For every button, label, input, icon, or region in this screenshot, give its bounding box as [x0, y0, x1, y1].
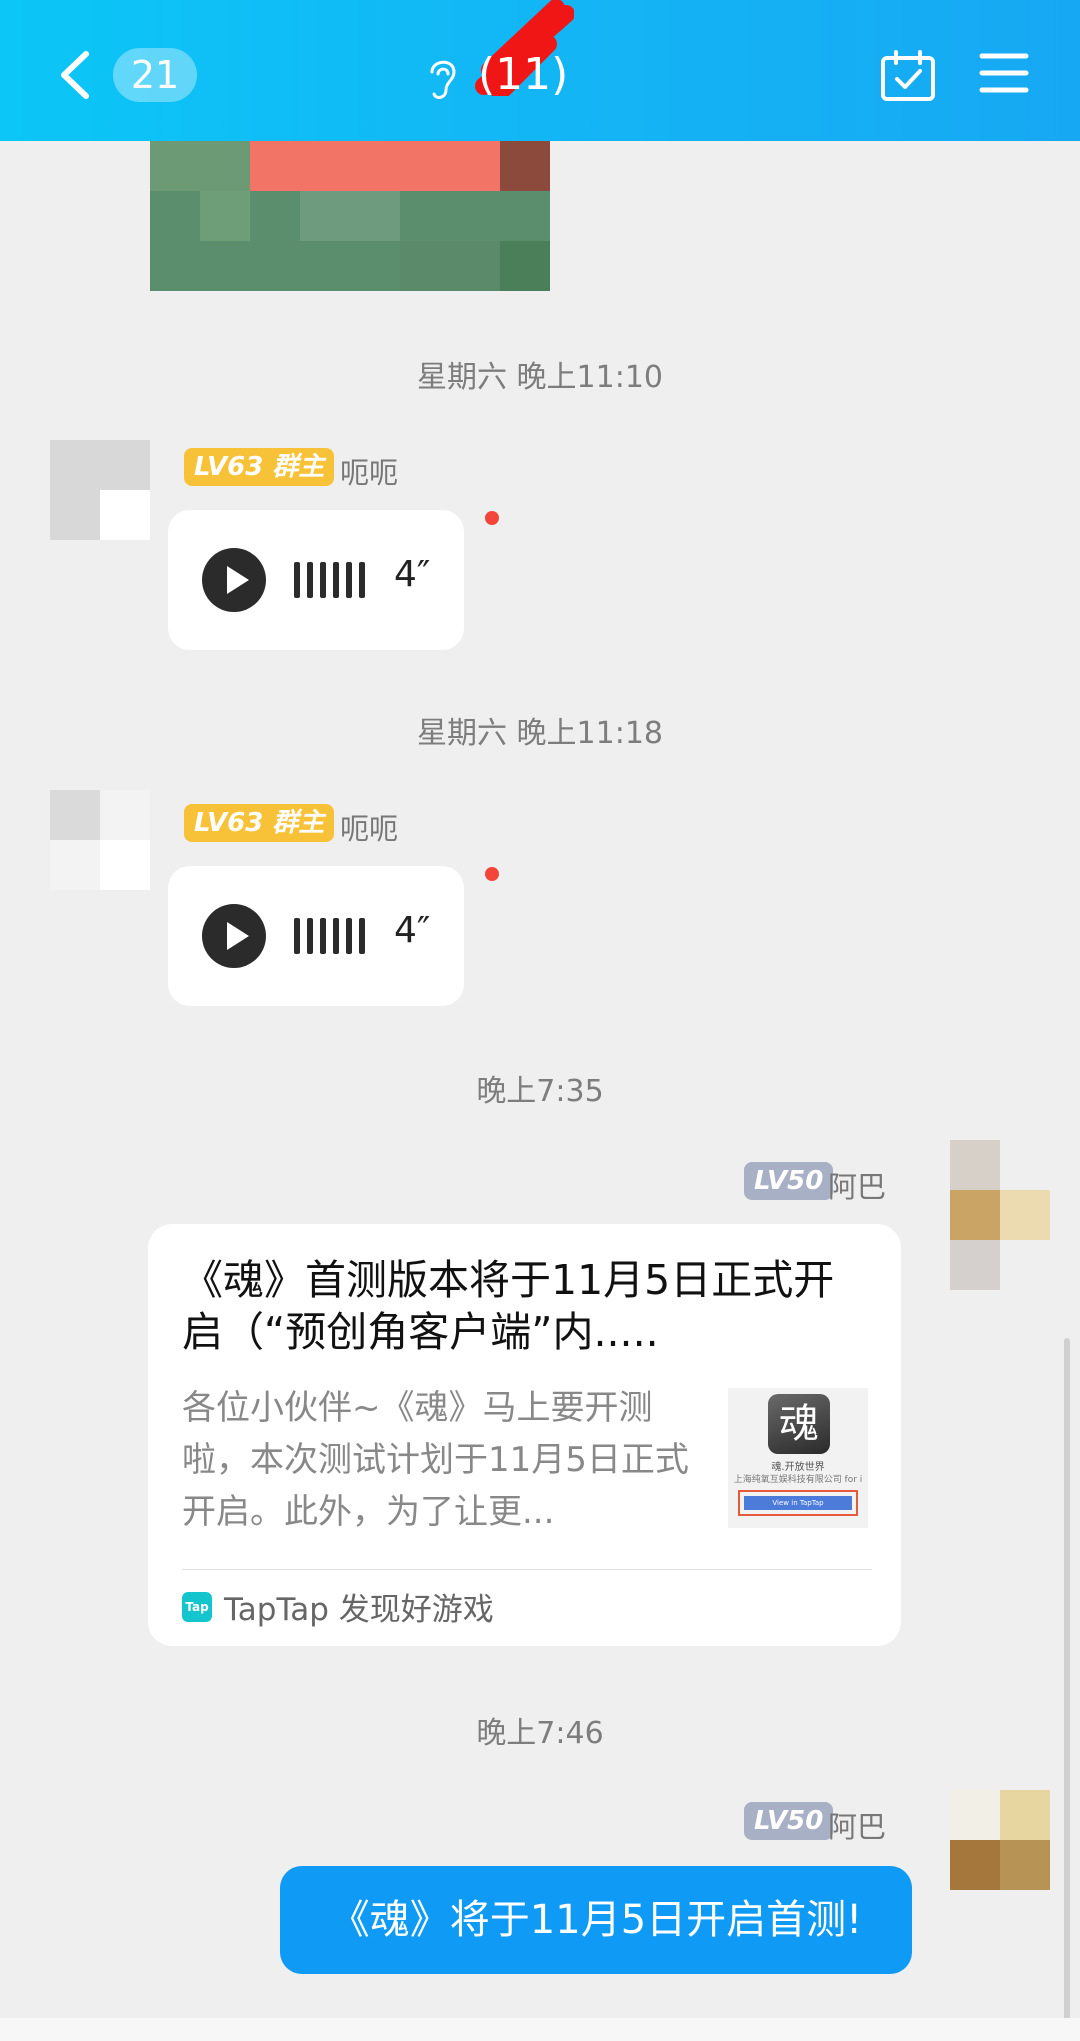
voice-duration: 4″: [394, 910, 431, 951]
back-chevron-icon[interactable]: [52, 48, 100, 102]
voice-message[interactable]: 4″: [168, 510, 464, 650]
image-message[interactable]: [150, 141, 550, 291]
unread-dot: [485, 511, 499, 525]
thumb-publisher: 上海纯氧互娱科技有限公司 for i: [733, 1475, 863, 1485]
input-bar-edge: [0, 2018, 1080, 2041]
card-source: TapTap 发现好游戏: [224, 1592, 494, 1628]
thumb-view-button: View in TapTap: [738, 1490, 858, 1516]
calendar-check-icon[interactable]: [880, 50, 936, 102]
waveform-icon: [294, 562, 376, 598]
scrollbar[interactable]: [1064, 1338, 1070, 2038]
sender-nickname: 呃呃: [340, 812, 399, 846]
ear-icon[interactable]: [424, 54, 460, 102]
card-thumbnail: 魂 魂.开放世界 上海纯氧互娱科技有限公司 for i View in TapT…: [728, 1388, 868, 1528]
sender-nickname: 阿巴: [828, 1810, 887, 1844]
card-divider: [182, 1569, 872, 1570]
message-timestamp: 晚上7:35: [476, 1074, 604, 1109]
level-badge: LV50: [744, 1162, 834, 1200]
message-timestamp: 星期六 晚上11:18: [417, 716, 663, 751]
avatar[interactable]: [950, 1790, 1050, 1890]
play-icon[interactable]: [202, 548, 266, 612]
waveform-icon: [294, 918, 376, 954]
message-timestamp: 晚上7:46: [476, 1716, 604, 1751]
level-badge: LV63 群主: [184, 804, 335, 842]
menu-icon[interactable]: [978, 50, 1030, 96]
taptap-logo-icon: Tap: [182, 1592, 212, 1622]
unread-dot: [485, 867, 499, 881]
sender-nickname: 呃呃: [340, 456, 399, 490]
group-title: (11): [478, 49, 569, 100]
my-message-bubble[interactable]: 《魂》将于11月5日开启首测!: [280, 1866, 912, 1974]
voice-duration: 4″: [394, 554, 431, 595]
thumb-game-name: 魂.开放世界: [771, 1462, 825, 1473]
message-timestamp: 星期六 晚上11:10: [417, 360, 663, 395]
game-app-icon: 魂: [768, 1394, 830, 1454]
level-badge: LV63 群主: [184, 448, 335, 486]
unread-count-badge[interactable]: 21: [113, 48, 197, 102]
play-icon[interactable]: [202, 904, 266, 968]
card-description: 各位小伙伴~《魂》马上要开测啦，本次测试计划于11月5日正式开启。此外，为了让更…: [182, 1388, 689, 1532]
voice-message[interactable]: 4″: [168, 866, 464, 1006]
share-card[interactable]: 《魂》首测版本将于11月5日正式开启（“预创角客户端”内..... 各位小伙伴~…: [148, 1224, 901, 1646]
avatar[interactable]: [50, 790, 150, 890]
chat-header: 21 (11): [0, 0, 1080, 141]
level-badge: LV50: [744, 1802, 834, 1840]
avatar[interactable]: [50, 440, 150, 540]
avatar[interactable]: [950, 1140, 1050, 1290]
card-title: 《魂》首测版本将于11月5日正式开启（“预创角客户端”内.....: [182, 1256, 835, 1356]
sender-nickname: 阿巴: [828, 1170, 887, 1204]
